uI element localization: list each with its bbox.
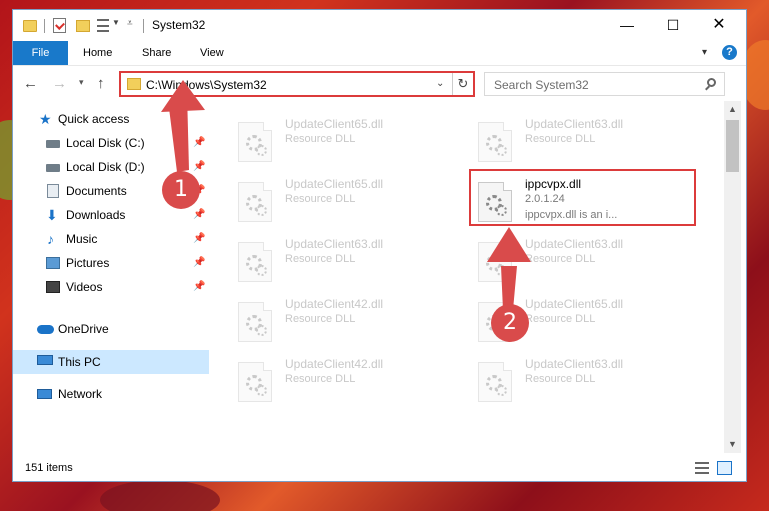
explorer-window: ▼ ⩡ System32 — ☐ ✕ File Home Share View … [12, 9, 747, 482]
step-1-marker: 1 [162, 171, 200, 209]
background-foliage [100, 480, 220, 511]
arrow-1-head [161, 80, 205, 112]
annotation-arrows [161, 80, 531, 310]
arrow-2-head [487, 227, 531, 262]
step-2-marker: 2 [491, 304, 529, 342]
